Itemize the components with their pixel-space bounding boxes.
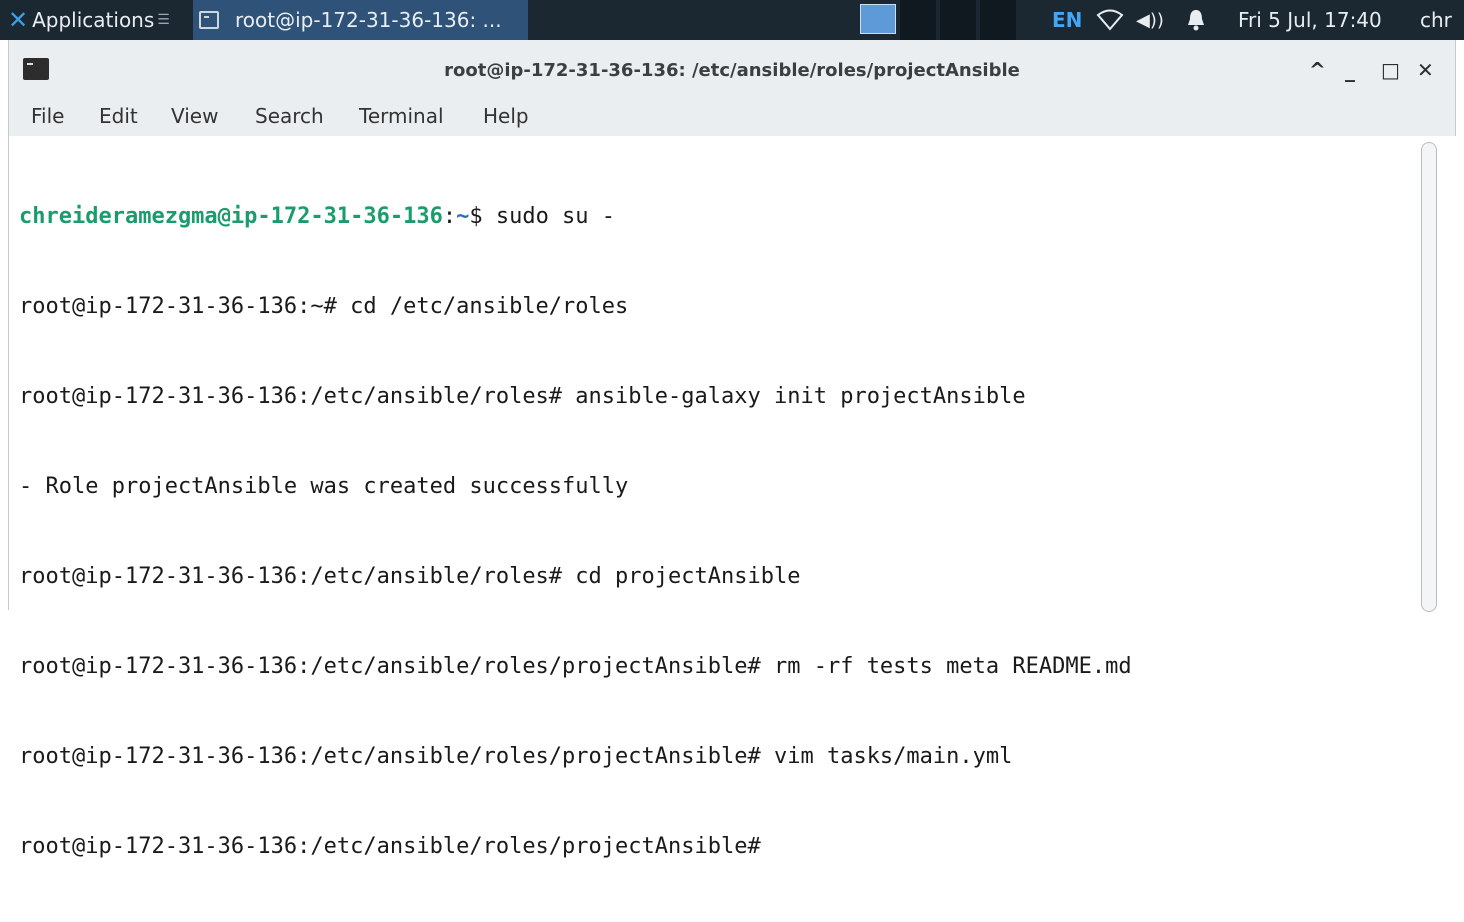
taskbar-terminal-button[interactable]: root@ip-172-31-36-136: ... — [193, 0, 528, 40]
maximize-button[interactable]: □ — [1381, 58, 1400, 82]
xfce-logo-icon: ✕ — [8, 6, 29, 34]
minimize-button[interactable]: _ — [1345, 58, 1355, 82]
menubar: File Edit View Search Terminal Help — [8, 96, 1456, 136]
menu-view[interactable]: View — [171, 104, 218, 128]
wifi-icon[interactable] — [1096, 0, 1124, 40]
terminal-line: root@ip-172-31-36-136:/etc/ansible/roles… — [19, 654, 1132, 679]
roll-up-button[interactable]: ^ — [1309, 58, 1326, 82]
notification-bell-icon[interactable] — [1186, 0, 1206, 40]
workspace-3-button[interactable] — [940, 0, 976, 40]
volume-icon[interactable]: ◀)) — [1136, 0, 1164, 40]
user-menu[interactable]: chr — [1420, 0, 1452, 40]
keyboard-layout-indicator[interactable]: EN — [1052, 0, 1082, 40]
vertical-scrollbar[interactable] — [1421, 142, 1437, 612]
menu-terminal[interactable]: Terminal — [359, 104, 444, 128]
menu-search[interactable]: Search — [255, 104, 324, 128]
terminal-line: chreideramezgma@ip-172-31-36-136:~$ sudo… — [19, 202, 1132, 232]
menu-edit[interactable]: Edit — [99, 104, 138, 128]
terminal-line: root@ip-172-31-36-136:/etc/ansible/roles… — [19, 564, 801, 589]
prompt-path: ~ — [456, 204, 470, 229]
menu-file[interactable]: File — [31, 104, 64, 128]
terminal-icon — [199, 11, 219, 29]
top-panel: ✕ Applications ☰ root@ip-172-31-36-136: … — [0, 0, 1464, 40]
menu-icon: ☰ — [157, 12, 170, 28]
prompt-user: chreideramezgma@ip-172-31-36-136 — [19, 204, 443, 229]
menu-help[interactable]: Help — [483, 104, 529, 128]
terminal-line: root@ip-172-31-36-136:~# cd /etc/ansible… — [19, 294, 629, 319]
terminal-line: root@ip-172-31-36-136:/etc/ansible/roles… — [19, 384, 1026, 409]
window-title: root@ip-172-31-36-136: /etc/ansible/role… — [444, 60, 1020, 81]
terminal-line: root@ip-172-31-36-136:/etc/ansible/roles… — [19, 744, 1013, 769]
terminal-line: - Role projectAnsible was created succes… — [19, 474, 629, 499]
workspace-4-button[interactable] — [980, 0, 1016, 40]
clock[interactable]: Fri 5 Jul, 17:40 — [1238, 0, 1382, 40]
window-titlebar[interactable]: root@ip-172-31-36-136: /etc/ansible/role… — [8, 40, 1456, 96]
prompt-colon: : — [442, 204, 457, 229]
workspace-2-button[interactable] — [900, 0, 936, 40]
terminal-lines: chreideramezgma@ip-172-31-36-136:~$ sudo… — [19, 142, 1132, 922]
applications-menu-button[interactable]: ✕ Applications ☰ — [8, 0, 170, 40]
prompt-command: $ sudo su - — [469, 204, 616, 229]
terminal-line: root@ip-172-31-36-136:/etc/ansible/roles… — [19, 834, 761, 859]
close-button[interactable]: ✕ — [1417, 58, 1434, 82]
applications-label: Applications — [32, 8, 155, 32]
terminal-output[interactable]: chreideramezgma@ip-172-31-36-136:~$ sudo… — [8, 136, 1456, 859]
workspace-1-button[interactable] — [860, 4, 896, 34]
taskbar-terminal-label: root@ip-172-31-36-136: ... — [235, 8, 502, 32]
